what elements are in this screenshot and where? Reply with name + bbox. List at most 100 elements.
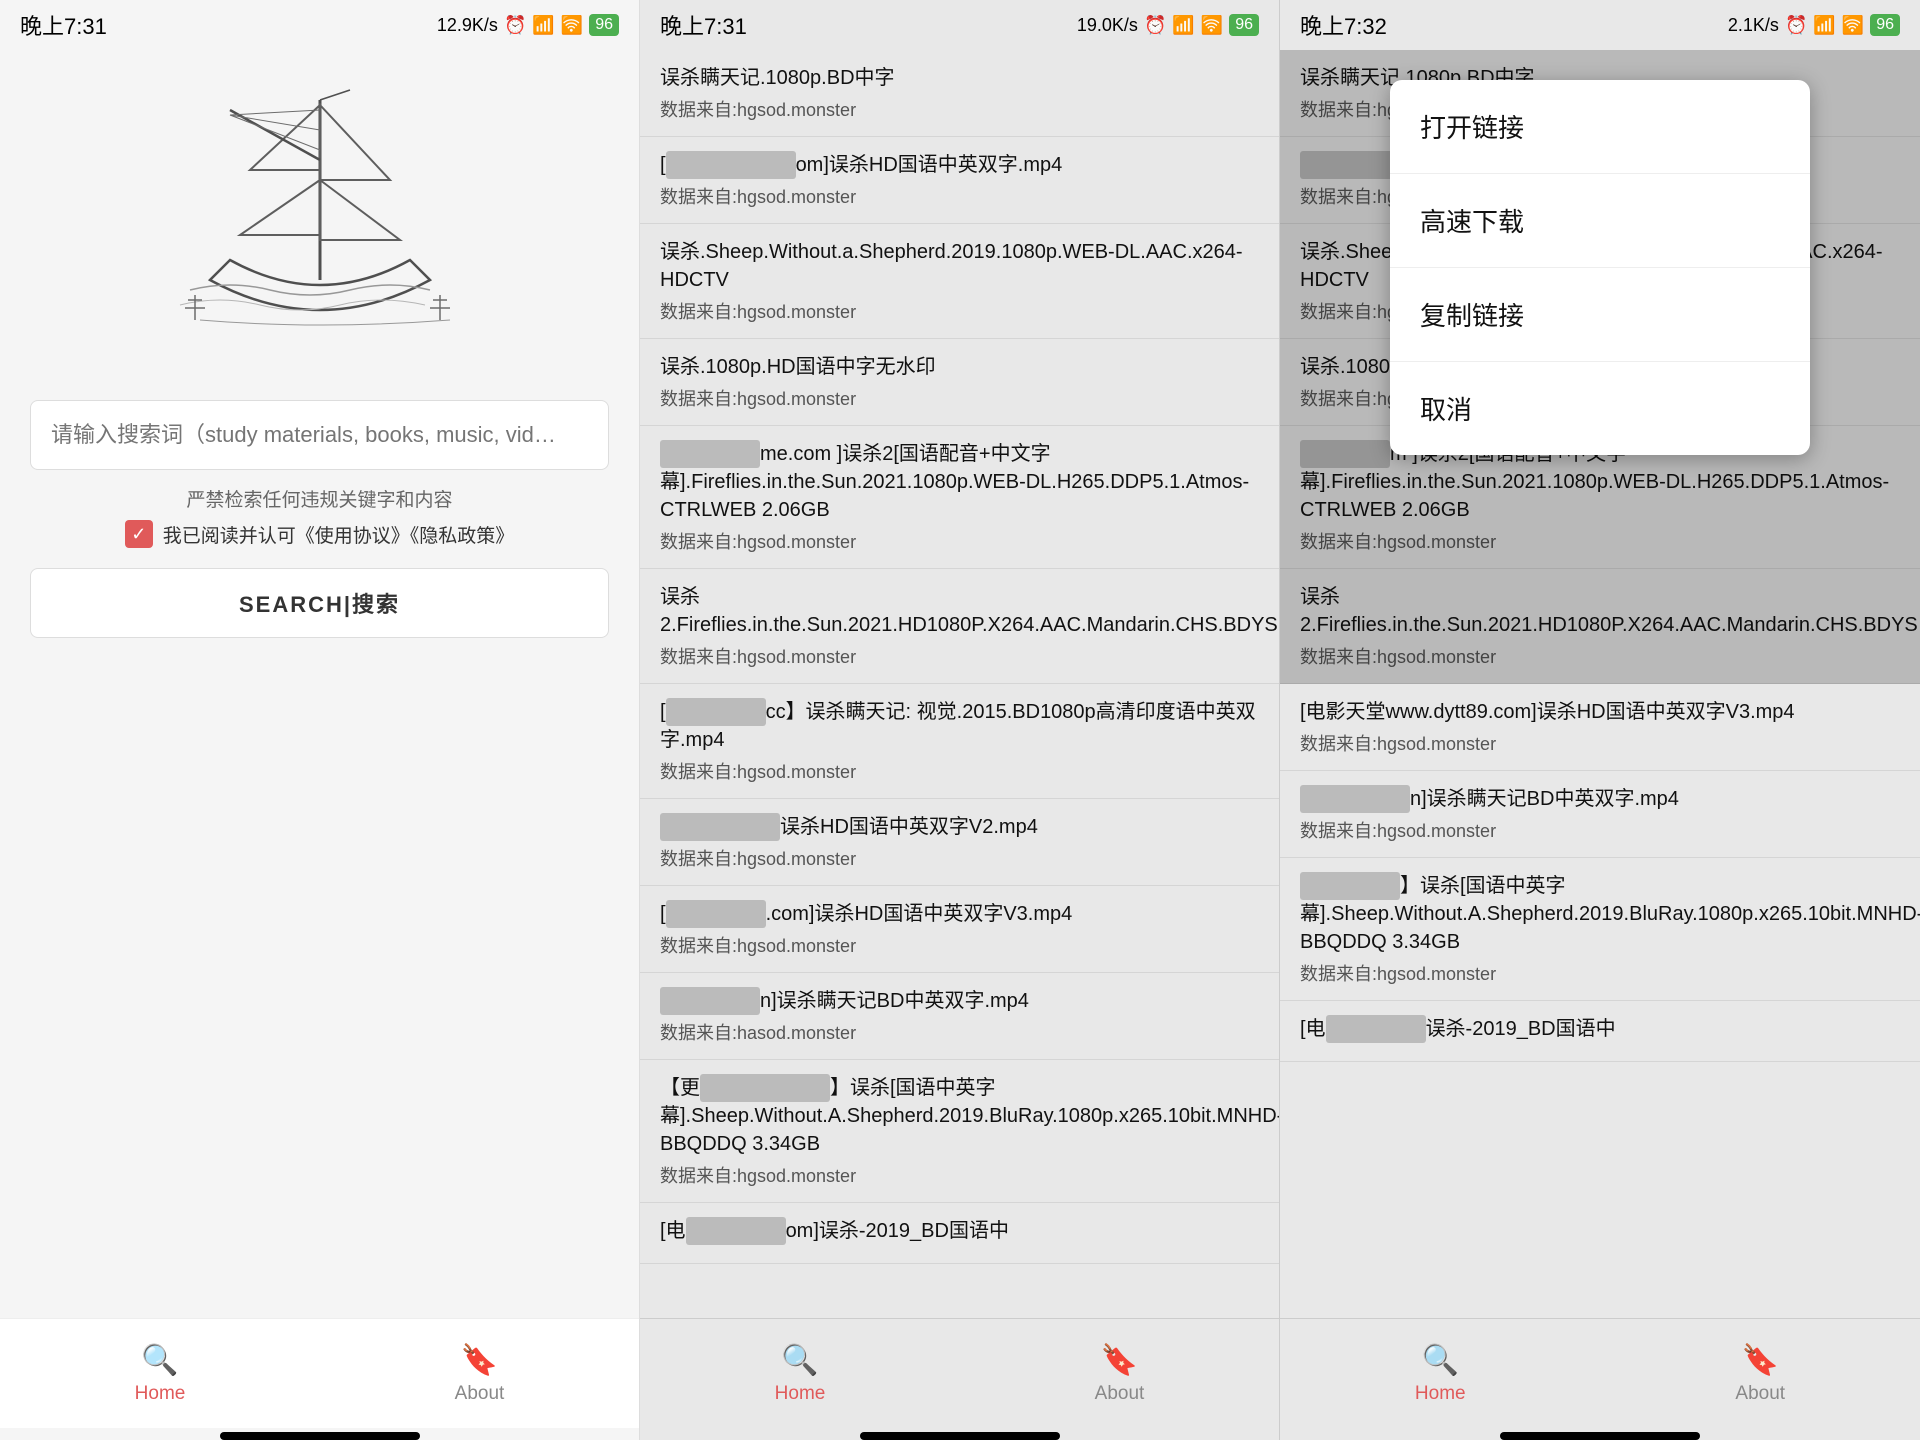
nav-home-home[interactable]: 🔍 Home <box>135 1343 186 1405</box>
more-source-1: 数据来自:hgsod.monster <box>1300 817 1900 843</box>
result-source-6: 数据来自:hgsod.monster <box>660 758 1259 784</box>
home-label-c: Home <box>1415 1383 1466 1405</box>
result-item-6[interactable]: [ cc】误杀瞒天记: 视觉.2015.BD1080p高清印度语中英双字.mp4… <box>640 684 1279 799</box>
context-copy-link[interactable]: 复制链接 <box>1390 268 1810 362</box>
more-title-3: [电 误杀-2019_BD国语中 <box>1300 1015 1900 1043</box>
result-title-3: 误杀.1080p.HD国语中字无水印 <box>660 353 1259 381</box>
result-source-8: 数据来自:hgsod.monster <box>660 932 1259 958</box>
result-item-10[interactable]: 【更 】误杀[国语中英字幕].Sheep.Without.A.Shepherd.… <box>640 1060 1279 1203</box>
context-cancel[interactable]: 取消 <box>1390 362 1810 455</box>
more-results: [电影天堂www.dytt89.com]误杀HD国语中英双字V3.mp4 数据来… <box>1280 684 1920 1318</box>
home-icon-c: 🔍 <box>1422 1343 1459 1378</box>
about-label-c: About <box>1735 1383 1785 1405</box>
result-item-7[interactable]: 误杀HD国语中英双字V2.mp4 数据来自:hgsod.monster <box>640 799 1279 886</box>
result-title-6: [ cc】误杀瞒天记: 视觉.2015.BD1080p高清印度语中英双字.mp4 <box>660 698 1259 754</box>
result-item-8[interactable]: [ .com]误杀HD国语中英双字V3.mp4 数据来自:hgsod.monst… <box>640 886 1279 973</box>
search-box[interactable] <box>30 400 609 470</box>
result-item-3[interactable]: 误杀.1080p.HD国语中字无水印 数据来自:hgsod.monster <box>640 339 1279 426</box>
clock-icon: ⏰ <box>504 15 526 36</box>
context-overlay: 打开链接 高速下载 复制链接 取消 <box>1280 50 1920 684</box>
nav-about-context[interactable]: 🔖 About <box>1735 1343 1785 1405</box>
policy-checkbox[interactable]: ✓ <box>125 520 153 548</box>
context-open-link[interactable]: 打开链接 <box>1390 80 1810 174</box>
signal-icon: 📶 <box>532 15 554 36</box>
result-title-5: 误杀2.Fireflies.in.the.Sun.2021.HD1080P.X2… <box>660 583 1259 639</box>
more-title-1: n]误杀瞒天记BD中英双字.mp4 <box>1300 785 1900 813</box>
result-title-1: [ om]误杀HD国语中英双字.mp4 <box>660 151 1259 179</box>
home-indicator-1 <box>220 1432 420 1440</box>
result-title-9: n]误杀瞒天记BD中英双字.mp4 <box>660 987 1259 1015</box>
result-title-7: 误杀HD国语中英双字V2.mp4 <box>660 813 1259 841</box>
result-title-10: 【更 】误杀[国语中英字幕].Sheep.Without.A.Shepherd.… <box>660 1074 1259 1158</box>
result-source-10: 数据来自:hgsod.monster <box>660 1162 1259 1188</box>
result-title-8: [ .com]误杀HD国语中英双字V3.mp4 <box>660 900 1259 928</box>
about-icon-r: 🔖 <box>1101 1343 1138 1378</box>
battery-context: 96 <box>1870 14 1900 36</box>
network-speed-context: 2.1K/s <box>1728 15 1779 36</box>
about-label-r: About <box>1095 1383 1145 1405</box>
result-item-2[interactable]: 误杀.Sheep.Without.a.Shepherd.2019.1080p.W… <box>640 224 1279 339</box>
nav-home-results[interactable]: 🔍 Home <box>775 1343 826 1405</box>
status-icons-context: 2.1K/s ⏰ 📶 🛜 96 <box>1728 14 1900 36</box>
home-indicator-3 <box>1500 1432 1700 1440</box>
status-icons-results: 19.0K/s ⏰ 📶 🛜 96 <box>1077 14 1259 36</box>
more-title-2: 】误杀[国语中英字幕].Sheep.Without.A.Shepherd.201… <box>1300 872 1900 956</box>
battery-home: 96 <box>589 14 619 36</box>
home-panel: 晚上7:31 12.9K/s ⏰ 📶 🛜 96 <box>0 0 640 1440</box>
home-label: Home <box>135 1383 186 1405</box>
results-list: 误杀瞒天记.1080p.BD中字 数据来自:hgsod.monster [ om… <box>640 50 1279 1318</box>
time-context: 晚上7:32 <box>1300 9 1387 41</box>
nav-home-context[interactable]: 🔍 Home <box>1415 1343 1466 1405</box>
more-result-0[interactable]: [电影天堂www.dytt89.com]误杀HD国语中英双字V3.mp4 数据来… <box>1280 684 1920 771</box>
result-item-1[interactable]: [ om]误杀HD国语中英双字.mp4 数据来自:hgsod.monster <box>640 137 1279 224</box>
status-bar-context: 晚上7:32 2.1K/s ⏰ 📶 🛜 96 <box>1280 0 1920 50</box>
home-main: 严禁检索任何违规关键字和内容 ✓ 我已阅读并认可《使用协议》《隐私政策》 SEA… <box>0 50 639 1318</box>
status-bar-home: 晚上7:31 12.9K/s ⏰ 📶 🛜 96 <box>0 0 639 50</box>
home-icon: 🔍 <box>141 1343 178 1378</box>
more-result-1[interactable]: n]误杀瞒天记BD中英双字.mp4 数据来自:hgsod.monster <box>1280 771 1920 858</box>
context-panel: 晚上7:32 2.1K/s ⏰ 📶 🛜 96 误杀瞒天记.1080p.BD中字 … <box>1280 0 1920 1440</box>
clock-icon-r: ⏰ <box>1144 15 1166 36</box>
more-source-2: 数据来自:hgsod.monster <box>1300 960 1900 986</box>
context-results-list: 误杀瞒天记.1080p.BD中字 数据来自:hgsod.monster .com… <box>1280 50 1920 684</box>
nav-about-home[interactable]: 🔖 About <box>455 1343 505 1405</box>
signal-icon-r: 📶 <box>1172 15 1194 36</box>
context-fast-download[interactable]: 高速下载 <box>1390 174 1810 268</box>
about-icon-c: 🔖 <box>1742 1343 1779 1378</box>
nav-about-results[interactable]: 🔖 About <box>1095 1343 1145 1405</box>
status-icons-home: 12.9K/s ⏰ 📶 🛜 96 <box>437 14 619 36</box>
network-speed-results: 19.0K/s <box>1077 15 1138 36</box>
more-result-2[interactable]: 】误杀[国语中英字幕].Sheep.Without.A.Shepherd.201… <box>1280 858 1920 1001</box>
result-source-2: 数据来自:hgsod.monster <box>660 298 1259 324</box>
more-title-0: [电影天堂www.dytt89.com]误杀HD国语中英双字V3.mp4 <box>1300 698 1900 726</box>
wifi-icon: 🛜 <box>561 15 583 36</box>
context-menu: 打开链接 高速下载 复制链接 取消 <box>1390 80 1810 455</box>
time-home: 晚上7:31 <box>20 9 107 41</box>
result-item-5[interactable]: 误杀2.Fireflies.in.the.Sun.2021.HD1080P.X2… <box>640 569 1279 684</box>
status-bar-results: 晚上7:31 19.0K/s ⏰ 📶 🛜 96 <box>640 0 1279 50</box>
search-button[interactable]: SEARCH|搜索 <box>30 568 609 638</box>
result-source-5: 数据来自:hgsod.monster <box>660 643 1259 669</box>
about-label: About <box>455 1383 505 1405</box>
result-source-4: 数据来自:hgsod.monster <box>660 528 1259 554</box>
wifi-icon-c: 🛜 <box>1842 15 1864 36</box>
result-item-11[interactable]: [电 om]误杀-2019_BD国语中 <box>640 1203 1279 1264</box>
result-title-4: me.com ]误杀2[国语配音+中文字幕].Fireflies.in.the.… <box>660 440 1259 524</box>
result-item-4[interactable]: me.com ]误杀2[国语配音+中文字幕].Fireflies.in.the.… <box>640 426 1279 569</box>
results-panel: 晚上7:31 19.0K/s ⏰ 📶 🛜 96 误杀瞒天记.1080p.BD中字… <box>640 0 1280 1440</box>
result-item-9[interactable]: n]误杀瞒天记BD中英双字.mp4 数据来自:hasod.monster <box>640 973 1279 1060</box>
policy-row: ✓ 我已阅读并认可《使用协议》《隐私政策》 <box>125 520 515 548</box>
home-indicator-2 <box>860 1432 1060 1440</box>
more-source-0: 数据来自:hgsod.monster <box>1300 730 1900 756</box>
result-source-9: 数据来自:hasod.monster <box>660 1019 1259 1045</box>
result-item-0[interactable]: 误杀瞒天记.1080p.BD中字 数据来自:hgsod.monster <box>640 50 1279 137</box>
bottom-nav-context: 🔍 Home 🔖 About <box>1280 1318 1920 1428</box>
result-title-11: [电 om]误杀-2019_BD国语中 <box>660 1217 1259 1245</box>
more-result-3[interactable]: [电 误杀-2019_BD国语中 <box>1280 1001 1920 1062</box>
bottom-nav-results: 🔍 Home 🔖 About <box>640 1318 1279 1428</box>
bottom-nav-home: 🔍 Home 🔖 About <box>0 1318 639 1428</box>
search-input[interactable] <box>51 422 588 448</box>
about-icon: 🔖 <box>461 1343 498 1378</box>
time-results: 晚上7:31 <box>660 9 747 41</box>
result-source-1: 数据来自:hgsod.monster <box>660 183 1259 209</box>
